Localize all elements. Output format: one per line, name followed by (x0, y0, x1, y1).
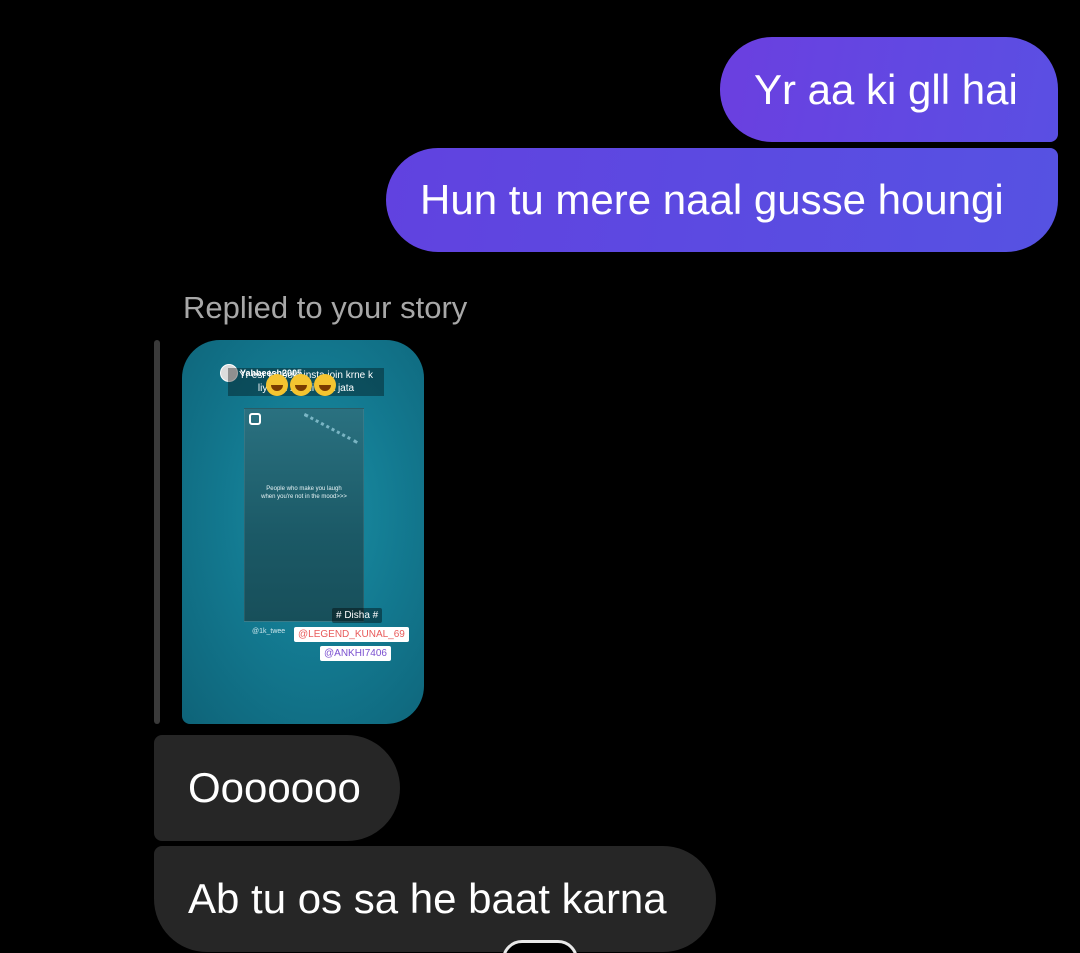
story-mention-ankhi: @ANKHI7406 (320, 646, 391, 661)
message-text: Yr aa ki gll hai (754, 65, 1018, 113)
message-text: Ooooooo (188, 764, 361, 811)
story-preview-card[interactable]: Yr esr ke bola insta join krne k liye ha… (182, 340, 424, 724)
message-text: Ab tu os sa he baat karna (188, 875, 667, 922)
reply-indicator-bar (154, 340, 160, 724)
story-tag-tweet: @1k_twee (252, 628, 286, 635)
received-message-bubble[interactable]: Ooooooo (154, 735, 400, 841)
story-tag-disha: # Disha # (332, 608, 383, 623)
story-mention-kunal: @LEGEND_KUNAL_69 (294, 627, 409, 642)
message-text: Hun tu mere naal gusse houngi (420, 176, 1004, 223)
reel-text: People who make you laugh when you're no… (261, 486, 347, 500)
laughing-emoji-icon (314, 374, 336, 396)
sent-message-bubble[interactable]: Hun tu mere naal gusse houngi (386, 148, 1058, 252)
shared-reel-frame: People who make you laugh when you're no… (244, 408, 364, 622)
reel-icon (249, 413, 261, 425)
sent-message-bubble[interactable]: Yr aa ki gll hai (720, 37, 1058, 142)
laughing-emoji-icon (290, 374, 312, 396)
laughing-emoji-icon (266, 374, 288, 396)
emoji-row (266, 374, 336, 396)
received-message-bubble[interactable]: Ab tu os sa he baat karna (154, 846, 716, 952)
scroll-to-bottom-indicator[interactable] (502, 940, 578, 953)
story-reply-label: Replied to your story (183, 290, 468, 325)
decorative-light-strip (284, 413, 358, 480)
chat-screen: Yr aa ki gll hai Hun tu mere naal gusse … (0, 0, 1080, 953)
